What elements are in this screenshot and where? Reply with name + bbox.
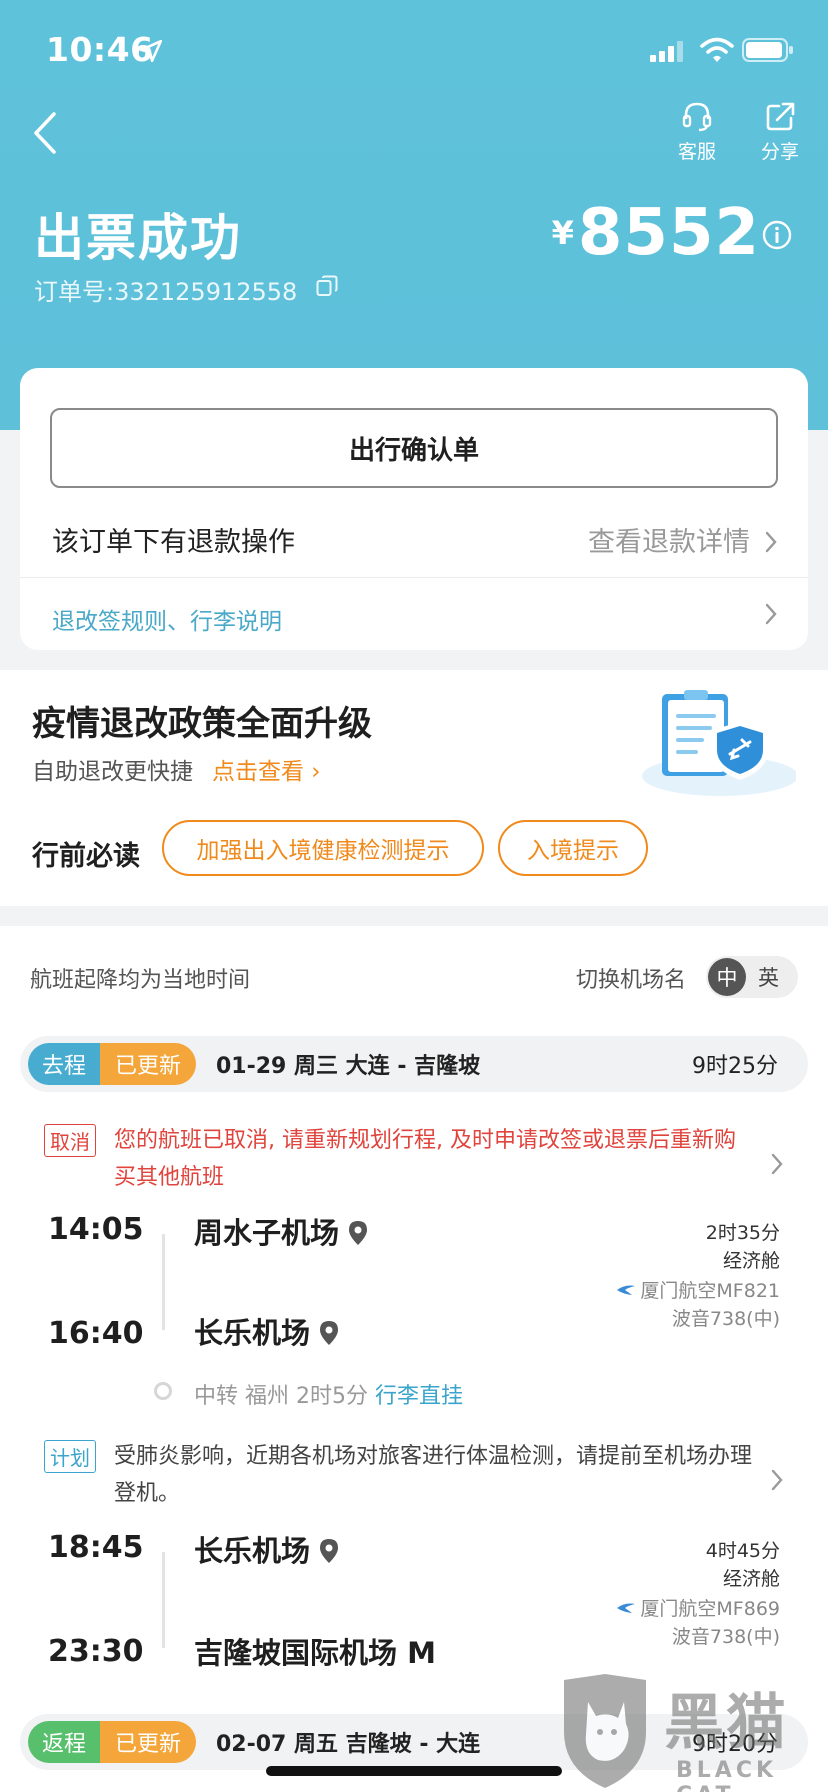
- departure-airport-name: 长乐机场: [194, 1534, 311, 1568]
- service-label: 客服: [677, 141, 716, 163]
- customer-service-button[interactable]: 客服: [672, 100, 722, 164]
- aircraft-type: 波音738(中): [671, 1308, 780, 1330]
- transfer-text: 中转 福州 2时5分: [194, 1384, 368, 1409]
- chevron-right-icon: [765, 603, 777, 625]
- map-pin-icon[interactable]: [318, 1538, 340, 1564]
- promo-title: 疫情退改政策全面升级: [32, 704, 372, 744]
- aircraft-type: 波音738(中): [671, 1626, 780, 1648]
- price-symbol: ¥: [551, 214, 574, 252]
- headset-icon: [682, 102, 712, 132]
- departure-airport[interactable]: 长乐机场: [194, 1528, 340, 1570]
- epidemic-policy-banner: 疫情退改政策全面升级 自助退改更快捷 点击查看 › 行前必读 加强出入境健康检测…: [0, 670, 828, 906]
- battery-icon: [742, 38, 793, 62]
- transfer-dot: [154, 1382, 172, 1400]
- outbound-segment-bar[interactable]: 去程 已更新 01-29 周三 大连 - 吉隆坡 9时25分: [20, 1036, 808, 1092]
- location-arrow-icon: [139, 39, 163, 63]
- map-pin-icon[interactable]: [318, 1320, 340, 1346]
- rules-baggage-link[interactable]: 退改签规则、行李说明: [52, 602, 282, 636]
- leg-duration: 2时35分: [705, 1222, 780, 1244]
- arrival-time: 16:40: [48, 1316, 144, 1351]
- airline-flight: 厦门航空MF821: [616, 1276, 780, 1303]
- home-indicator[interactable]: [266, 1766, 562, 1776]
- cancel-notice[interactable]: 取消 您的航班已取消, 请重新规划行程, 及时申请改签或退票后重新购买其他航班: [44, 1122, 784, 1202]
- entry-tip-pill[interactable]: 入境提示: [498, 820, 648, 876]
- share-icon: [766, 102, 795, 131]
- departure-airport[interactable]: 周水子机场: [194, 1210, 369, 1252]
- promo-subtitle: 自助退改更快捷: [32, 759, 193, 785]
- cellular-signal-icon: [650, 41, 683, 62]
- share-button[interactable]: 分享: [752, 100, 808, 164]
- chevron-right-icon: [765, 531, 777, 553]
- copy-icon[interactable]: [316, 275, 338, 297]
- outbound-tag: 去程: [28, 1043, 100, 1085]
- segment-duration: 9时25分: [692, 1054, 778, 1079]
- cancel-tag: 取消: [44, 1124, 96, 1157]
- arrival-airport[interactable]: 吉隆坡国际机场 M: [194, 1630, 436, 1672]
- leg-duration: 4时45分: [705, 1540, 780, 1562]
- return-tag: 返程: [28, 1721, 100, 1763]
- must-read-label: 行前必读: [32, 841, 140, 872]
- cabin-class: 经济舱: [722, 1568, 780, 1590]
- wifi-icon: [700, 37, 734, 62]
- departure-time: 18:45: [48, 1530, 144, 1565]
- promo-view-link[interactable]: 点击查看 ›: [212, 752, 321, 786]
- order-actions-card: 出行确认单 该订单下有退款操作 查看退款详情 退改签规则、行李说明: [20, 368, 808, 650]
- lang-chinese-option[interactable]: 中: [708, 958, 746, 996]
- arrival-time: 23:30: [48, 1634, 144, 1669]
- xiamen-airlines-logo-icon: [617, 1603, 636, 1613]
- page-title: 出票成功: [34, 209, 242, 267]
- travel-confirmation-button[interactable]: 出行确认单: [50, 408, 778, 488]
- segment-info: 01-29 周三 大连 - 吉隆坡: [216, 1054, 481, 1079]
- refund-notice: 该订单下有退款操作: [52, 527, 295, 558]
- leg-line: [162, 1234, 165, 1330]
- order-number: 订单号:332125912558: [34, 278, 298, 306]
- updated-badge: 已更新: [100, 1721, 196, 1763]
- cabin-class: 经济舱: [722, 1250, 780, 1272]
- airline-flight-text: 厦门航空MF821: [640, 1280, 780, 1302]
- refund-details-link[interactable]: 查看退款详情: [588, 520, 750, 559]
- airport-language-toggle[interactable]: 中 英: [706, 956, 798, 998]
- flight-itinerary: 航班起降均为当地时间 切换机场名 中 英 去程 已更新 01-29 周三 大连 …: [0, 926, 828, 1792]
- info-icon[interactable]: [762, 220, 792, 250]
- share-label: 分享: [760, 141, 799, 163]
- status-bar: 10:46: [0, 0, 828, 100]
- black-cat-watermark: 黑猫 BLACK CAT: [552, 1672, 828, 1792]
- back-button[interactable]: [26, 108, 66, 158]
- local-time-note: 航班起降均为当地时间: [30, 968, 251, 993]
- departure-time: 14:05: [48, 1212, 144, 1247]
- xiamen-airlines-logo-icon: [617, 1285, 636, 1295]
- leg-line: [162, 1552, 165, 1648]
- order-price: ¥8552: [552, 196, 760, 270]
- price-value: 8552: [577, 196, 760, 270]
- through-baggage-link[interactable]: 行李直挂: [375, 1384, 463, 1409]
- refund-row[interactable]: 该订单下有退款操作 查看退款详情: [20, 508, 808, 578]
- departure-airport-name: 周水子机场: [194, 1216, 340, 1250]
- policy-document-shield-illustration: [642, 690, 796, 796]
- cat-shield-logo-icon: [564, 1674, 646, 1788]
- health-check-tip-pill[interactable]: 加强出入境健康检测提示: [162, 820, 484, 876]
- airline-flight: 厦门航空MF869: [616, 1594, 780, 1621]
- segment-info: 02-07 周五 吉隆坡 - 大连: [216, 1732, 481, 1757]
- airline-flight-text: 厦门航空MF869: [640, 1598, 780, 1620]
- watermark-cn: 黑猫: [664, 1688, 788, 1758]
- map-pin-icon[interactable]: [347, 1220, 369, 1246]
- chevron-right-icon: [771, 1153, 783, 1175]
- lang-english-option[interactable]: 英: [758, 962, 779, 992]
- chevron-right-icon: [771, 1469, 783, 1491]
- watermark-en: BLACK CAT: [676, 1758, 778, 1792]
- plan-tag: 计划: [44, 1440, 96, 1473]
- switch-airport-name-label: 切换机场名: [576, 968, 687, 993]
- rules-baggage-row[interactable]: 退改签规则、行李说明: [20, 578, 808, 650]
- arrival-airport[interactable]: 长乐机场: [194, 1310, 340, 1352]
- plan-notice-text: 受肺炎影响，近期各机场对旅客进行体温检测，请提前至机场办理登机。: [114, 1444, 753, 1506]
- updated-badge: 已更新: [100, 1043, 196, 1085]
- temperature-check-notice[interactable]: 计划 受肺炎影响，近期各机场对旅客进行体温检测，请提前至机场办理登机。: [44, 1438, 784, 1518]
- cancel-notice-text: 您的航班已取消, 请重新规划行程, 及时申请改签或退票后重新购买其他航班: [114, 1128, 736, 1190]
- transfer-info: 中转 福州 2时5分 行李直挂: [194, 1378, 463, 1410]
- header: 10:46 客服 分享 出票成功 订单号:332125912558 ¥8552: [0, 0, 828, 430]
- arrival-airport-name: 长乐机场: [194, 1316, 311, 1350]
